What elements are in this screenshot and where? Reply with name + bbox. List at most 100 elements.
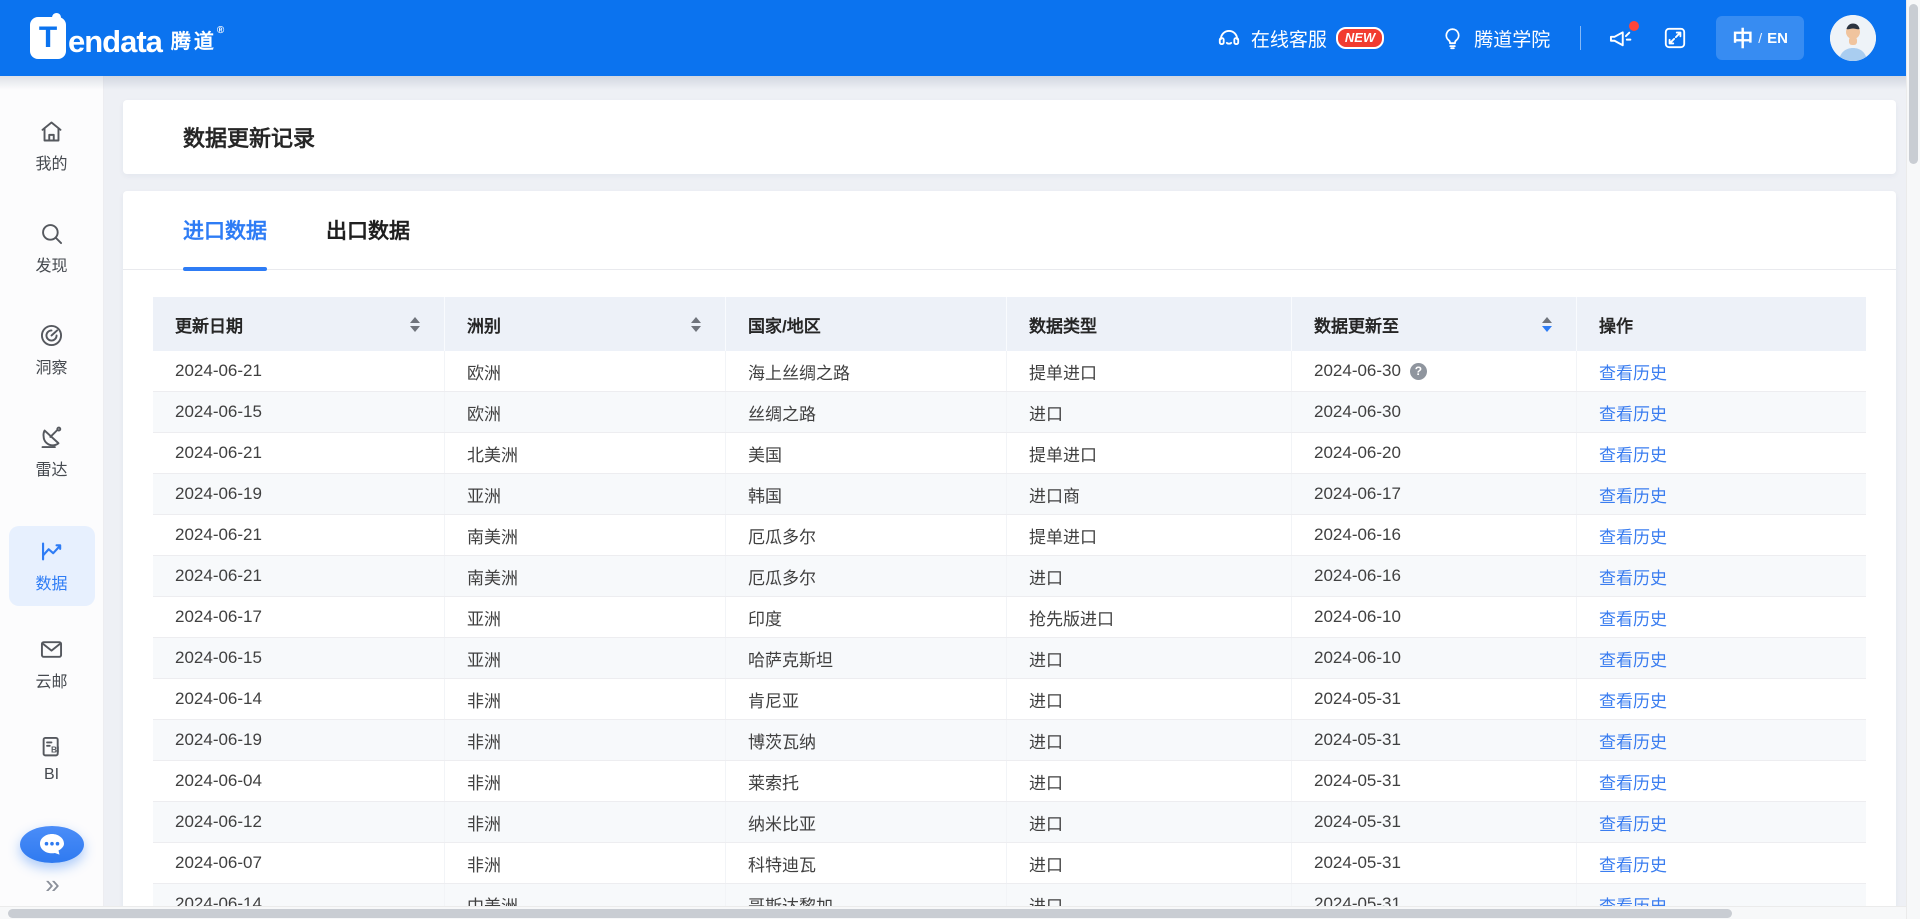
- cell-country: 美国: [726, 433, 1007, 473]
- cell-country: 纳米比亚: [726, 802, 1007, 842]
- sidebar-item-cloudmail[interactable]: 云邮: [35, 636, 67, 692]
- cell-update_date: 2024-06-19: [153, 720, 445, 760]
- user-avatar[interactable]: [1830, 15, 1876, 61]
- view-history-link[interactable]: 查看历史: [1599, 810, 1667, 835]
- table-header-row: 更新日期 洲别 国家/地区 数据类型 数据更新至 操作: [153, 297, 1866, 351]
- cell-country: 厄瓜多尔: [726, 556, 1007, 596]
- language-toggle[interactable]: 中 / EN: [1716, 16, 1804, 60]
- bi-report-icon: BI: [38, 734, 65, 761]
- cell-continent: 非洲: [445, 843, 726, 883]
- sidebar-item-my[interactable]: 我的: [35, 118, 67, 174]
- announcements-button[interactable]: [1607, 25, 1634, 52]
- cell-country: 莱索托: [726, 761, 1007, 801]
- logo-t-icon: T: [30, 17, 66, 59]
- vertical-scrollbar-thumb[interactable]: [1909, 4, 1918, 164]
- cell-action: 查看历史: [1577, 351, 1866, 391]
- view-history-link[interactable]: 查看历史: [1599, 851, 1667, 876]
- cell-updated_to: 2024-06-20: [1292, 433, 1577, 473]
- cell-updated_to: 2024-06-16: [1292, 556, 1577, 596]
- sidebar-item-radar[interactable]: 雷达: [35, 424, 67, 480]
- view-history-link[interactable]: 查看历史: [1599, 400, 1667, 425]
- cell-continent: 亚洲: [445, 474, 726, 514]
- sidebar-item-discover[interactable]: 发现: [35, 220, 67, 276]
- sort-control[interactable]: [1542, 317, 1552, 332]
- sidebar-item-label: 洞察: [35, 354, 67, 378]
- view-history-link[interactable]: 查看历史: [1599, 564, 1667, 589]
- sidebar-item-insight[interactable]: 洞察: [35, 322, 67, 378]
- tendata-logo[interactable]: T endata 腾道®: [30, 17, 227, 59]
- view-history-link[interactable]: 查看历史: [1599, 441, 1667, 466]
- logo-chinese-name: 腾道®: [164, 25, 227, 59]
- cell-action: 查看历史: [1577, 679, 1866, 719]
- avatar-person-icon: [1830, 15, 1876, 61]
- academy-label: 腾道学院: [1474, 25, 1550, 52]
- cell-data_type: 进口: [1007, 761, 1292, 801]
- sidebar-item-bi[interactable]: BI BI: [38, 734, 65, 784]
- horizontal-scrollbar-thumb[interactable]: [8, 909, 1732, 918]
- table-body: 2024-06-21欧洲海上丝绸之路提单进口2024-06-30?查看历史202…: [153, 351, 1866, 919]
- sidebar-item-data[interactable]: 数据: [9, 526, 95, 606]
- view-history-link[interactable]: 查看历史: [1599, 646, 1667, 671]
- table-row: 2024-06-15亚洲哈萨克斯坦进口2024-06-10查看历史: [153, 638, 1866, 679]
- fullscreen-button[interactable]: [1662, 25, 1688, 51]
- radar-dish-icon: [38, 424, 65, 451]
- sort-control[interactable]: [691, 317, 701, 332]
- home-icon: [38, 118, 65, 145]
- sort-control[interactable]: [410, 317, 420, 332]
- svg-text:BI: BI: [51, 745, 59, 755]
- cell-country: 哈萨克斯坦: [726, 638, 1007, 678]
- lang-separator: /: [1758, 30, 1762, 46]
- column-label: 洲别: [467, 312, 501, 337]
- page-title: 数据更新记录: [183, 121, 315, 153]
- cell-data_type: 进口商: [1007, 474, 1292, 514]
- cell-continent: 亚洲: [445, 638, 726, 678]
- view-history-link[interactable]: 查看历史: [1599, 482, 1667, 507]
- top-bar: T endata 腾道® 在线客服 NEW: [0, 0, 1906, 76]
- academy-button[interactable]: 腾道学院: [1440, 25, 1550, 52]
- table-row: 2024-06-21南美洲厄瓜多尔提单进口2024-06-16查看历史: [153, 515, 1866, 556]
- column-header-continent: 洲别: [445, 297, 726, 351]
- tab-export-data[interactable]: 出口数据: [326, 191, 410, 269]
- sidebar-item-label: 我的: [35, 150, 67, 174]
- cell-update_date: 2024-06-04: [153, 761, 445, 801]
- column-label: 数据更新至: [1314, 312, 1399, 337]
- cell-update_date: 2024-06-14: [153, 679, 445, 719]
- table-row: 2024-06-15欧洲丝绸之路进口2024-06-30查看历史: [153, 392, 1866, 433]
- cell-continent: 亚洲: [445, 597, 726, 637]
- sidebar-expand-button[interactable]: »: [45, 871, 57, 897]
- cell-continent: 非洲: [445, 802, 726, 842]
- chat-fab-button[interactable]: [20, 826, 84, 863]
- table-row: 2024-06-21南美洲厄瓜多尔进口2024-06-16查看历史: [153, 556, 1866, 597]
- vertical-scrollbar[interactable]: [1906, 0, 1920, 919]
- table-row: 2024-06-19非洲博茨瓦纳进口2024-05-31查看历史: [153, 720, 1866, 761]
- cell-data_type: 提单进口: [1007, 515, 1292, 555]
- cell-continent: 北美洲: [445, 433, 726, 473]
- view-history-link[interactable]: 查看历史: [1599, 523, 1667, 548]
- cell-data_type: 进口: [1007, 679, 1292, 719]
- expand-icon: [1662, 25, 1688, 51]
- cell-updated_to: 2024-06-17: [1292, 474, 1577, 514]
- view-history-link[interactable]: 查看历史: [1599, 687, 1667, 712]
- horizontal-scrollbar[interactable]: [0, 906, 1906, 919]
- view-history-link[interactable]: 查看历史: [1599, 728, 1667, 753]
- help-icon[interactable]: ?: [1410, 363, 1427, 380]
- view-history-link[interactable]: 查看历史: [1599, 359, 1667, 384]
- mail-envelope-icon: [38, 636, 65, 663]
- view-history-link[interactable]: 查看历史: [1599, 769, 1667, 794]
- view-history-link[interactable]: 查看历史: [1599, 605, 1667, 630]
- cell-country: 厄瓜多尔: [726, 515, 1007, 555]
- cell-action: 查看历史: [1577, 638, 1866, 678]
- online-support-button[interactable]: 在线客服 NEW: [1216, 25, 1384, 52]
- sidebar-item-label: 云邮: [35, 668, 67, 692]
- table-row: 2024-06-14非洲肯尼亚进口2024-05-31查看历史: [153, 679, 1866, 720]
- cell-action: 查看历史: [1577, 392, 1866, 432]
- notification-dot: [1629, 21, 1639, 31]
- registered-mark: ®: [217, 25, 227, 36]
- logo-wordmark: endata: [68, 26, 162, 59]
- tab-import-data[interactable]: 进口数据: [183, 191, 267, 269]
- sidebar-item-label: 数据: [35, 570, 67, 594]
- sidebar: 我的 发现 洞察 雷达 数据: [0, 76, 104, 919]
- insight-gauge-icon: [38, 322, 65, 349]
- cell-updated_to: 2024-05-31: [1292, 720, 1577, 760]
- table-row: 2024-06-17亚洲印度抢先版进口2024-06-10查看历史: [153, 597, 1866, 638]
